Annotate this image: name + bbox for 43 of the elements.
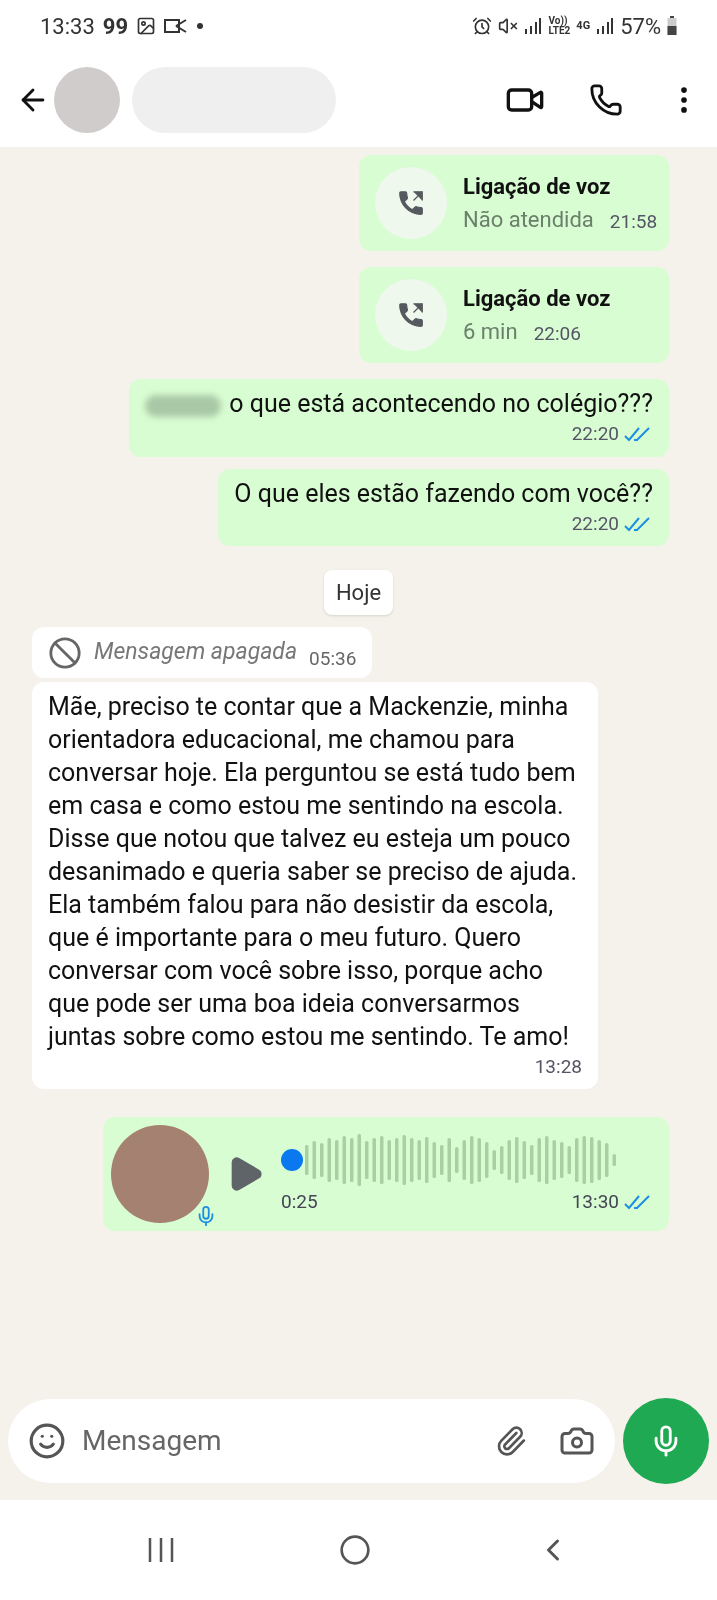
phone-call-icon[interactable] xyxy=(589,82,623,117)
deleted-icon xyxy=(48,635,82,670)
signal-icon xyxy=(596,17,615,35)
call-title: Ligação de voz xyxy=(463,285,611,313)
alarm-icon xyxy=(472,16,493,36)
outgoing-call-icon xyxy=(396,188,426,218)
message-time: 05:36 xyxy=(309,646,357,672)
message-text: O que eles estão fazendo com você?? xyxy=(234,477,653,510)
signal-icon xyxy=(524,17,543,35)
battery-percent: 57% xyxy=(620,12,661,41)
message-time: 21:58 xyxy=(609,208,658,235)
message-text: Mãe, preciso te contar que a Mackenzie, minha orientadora educacional, me chamou para conversar hoje. Ela perguntou se está tudo bem em casa e como estou me sentindo na escola. Disse que notou que talvez eu esteja um pouco desanimado e queria saber se preciso de ajuda. Ela também falou para não desistir da escola, que é importante para o meu futuro. Quero conversar com você sobre isso, porque acho que pode ser uma boa ideia conversarmos juntas sobre como estou me sentindo. Te amo! xyxy=(48,690,578,1053)
message-time: 13:28 xyxy=(534,1053,582,1080)
call-detail: Não atendida xyxy=(463,206,594,234)
battery-icon xyxy=(667,16,677,36)
attach-icon[interactable] xyxy=(495,1425,527,1457)
data-type-label: 4G xyxy=(576,17,591,34)
status-time: 13:33 xyxy=(40,12,95,41)
call-bubble[interactable]: Ligação de voz Não atendida 21:58 xyxy=(359,155,669,251)
sticker-icon[interactable] xyxy=(28,1422,66,1460)
message-time: 13:30 xyxy=(571,1188,619,1215)
message-input[interactable]: Mensagem xyxy=(8,1399,615,1483)
notification-count: 99 xyxy=(102,12,129,41)
playback-thumb[interactable] xyxy=(281,1148,303,1171)
deleted-message-text: Mensagem apagada xyxy=(94,637,298,667)
audio-duration: 0:25 xyxy=(281,1188,318,1215)
dot-icon xyxy=(196,22,205,30)
message-time: 22:20 xyxy=(571,421,619,447)
date-chip: Hoje xyxy=(323,570,394,615)
home-icon[interactable] xyxy=(339,1534,372,1566)
call-title: Ligação de voz xyxy=(463,173,612,201)
message-time: 22:06 xyxy=(533,320,581,347)
call-detail: 6 min xyxy=(463,318,518,346)
message-text: o que está acontecendo no colégio??? xyxy=(229,388,653,420)
call-bubble[interactable]: Ligação de voz 6 min 22:06 xyxy=(359,267,669,363)
gallery-icon xyxy=(136,16,157,36)
network-label: LTE2 xyxy=(548,26,571,36)
network-label: Vo)) xyxy=(548,16,568,26)
message-time: 22:20 xyxy=(571,510,619,537)
mute-icon xyxy=(498,16,519,36)
message-field[interactable]: Mensagem xyxy=(82,1420,479,1462)
card-icon xyxy=(164,18,189,34)
outgoing-call-icon xyxy=(396,300,426,330)
